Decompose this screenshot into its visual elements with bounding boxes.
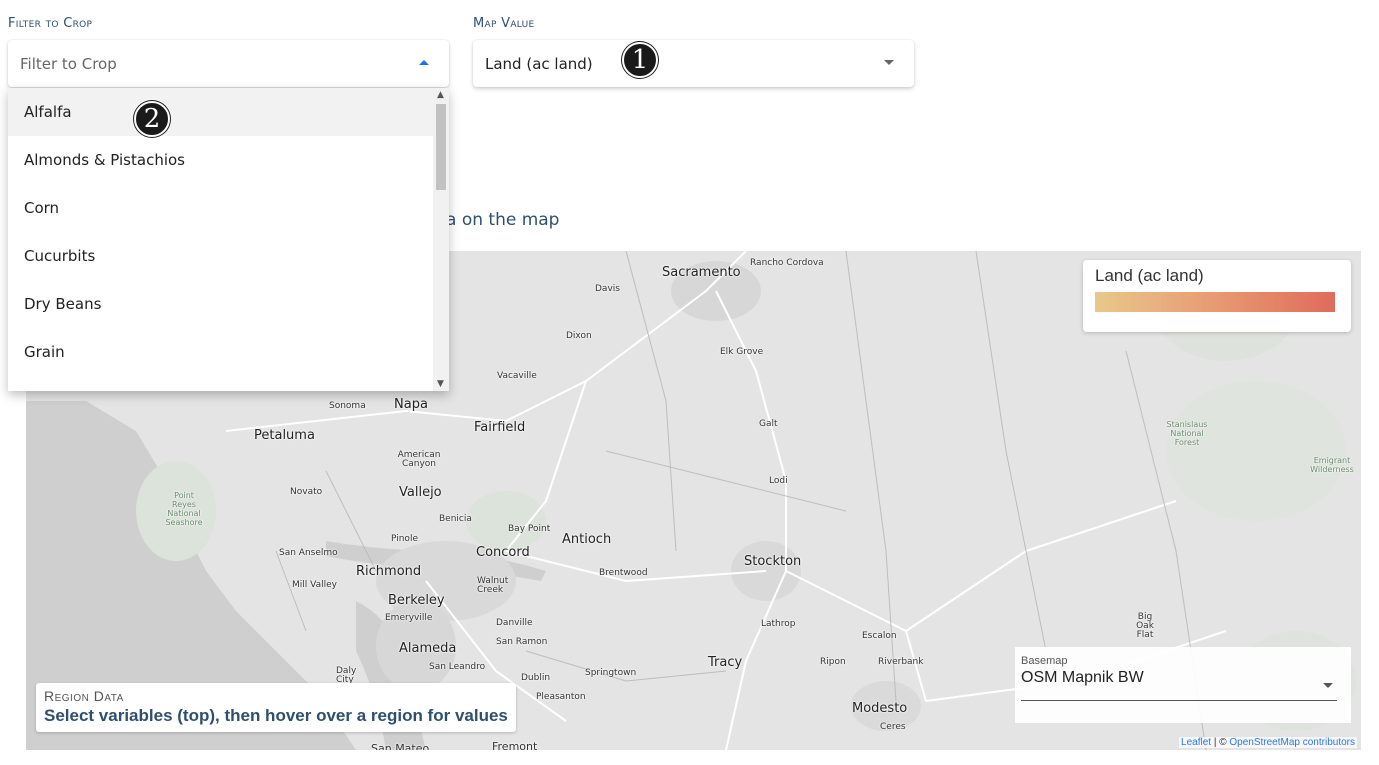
place-modesto: Modesto: [852, 701, 908, 716]
place-san-ramon: San Ramon: [496, 637, 548, 647]
place-escalon: Escalon: [862, 631, 897, 641]
map-value-selected: Land (ac land): [485, 54, 593, 73]
legend-color-ramp: [1095, 292, 1335, 312]
place-richmond: Richmond: [356, 564, 422, 579]
legend-title: Land (ac land): [1095, 266, 1204, 285]
annotation-badge-1: 1: [622, 42, 658, 78]
chevron-up-icon: [419, 60, 429, 65]
filter-crop-label: Filter to Crop: [8, 16, 93, 31]
place-lodi: Lodi: [769, 476, 788, 486]
place-antioch: Antioch: [562, 532, 612, 547]
place-emigrant-wilderness: Emigrant Wilderness: [1310, 456, 1354, 474]
place-berkeley: Berkeley: [388, 593, 445, 608]
place-point-reyes: Point Reyes National Seashore: [165, 491, 203, 527]
place-mill-valley: Mill Valley: [292, 580, 337, 590]
place-stockton: Stockton: [744, 554, 802, 569]
place-brentwood: Brentwood: [599, 568, 648, 578]
place-dixon: Dixon: [566, 331, 592, 341]
place-american-canyon: American Canyon: [397, 450, 441, 469]
place-emeryville: Emeryville: [385, 613, 433, 623]
place-sacramento: Sacramento: [662, 265, 741, 280]
crop-option[interactable]: Corn: [8, 184, 433, 232]
place-dublin: Dublin: [521, 673, 551, 683]
place-pleasanton: Pleasanton: [536, 692, 586, 702]
place-vallejo: Vallejo: [399, 485, 442, 500]
crop-option[interactable]: Dry Beans: [8, 280, 433, 328]
map-value-select[interactable]: Land (ac land): [473, 40, 914, 87]
chevron-down-icon: [884, 60, 894, 65]
place-fairfield: Fairfield: [474, 420, 526, 435]
region-data-title: Region Data: [44, 688, 124, 704]
place-novato: Novato: [290, 487, 323, 497]
place-san-mateo: San Mateo: [371, 742, 430, 750]
map-value-label: Map Value: [473, 16, 535, 31]
place-concord: Concord: [476, 545, 530, 560]
place-san-anselmo: San Anselmo: [279, 548, 338, 558]
crop-option[interactable]: Grain: [8, 328, 433, 376]
basemap-underline: [1021, 700, 1337, 701]
place-springtown: Springtown: [585, 668, 637, 678]
place-sonoma: Sonoma: [329, 401, 366, 411]
place-lathrop: Lathrop: [761, 619, 796, 629]
place-ripon: Ripon: [820, 657, 846, 667]
basemap-label: Basemap: [1021, 655, 1068, 667]
place-bay-point: Bay Point: [508, 524, 551, 534]
place-elk-grove: Elk Grove: [720, 347, 764, 357]
place-rancho-cordova: Rancho Cordova: [750, 258, 824, 268]
place-tracy: Tracy: [708, 655, 743, 670]
place-benicia: Benicia: [439, 514, 472, 524]
filter-crop-select[interactable]: Filter to Crop: [8, 40, 449, 87]
osm-link[interactable]: OpenStreetMap contributors: [1229, 737, 1355, 748]
chevron-down-icon: [1323, 683, 1333, 688]
place-napa: Napa: [394, 397, 428, 412]
map-attribution: Leaflet | © OpenStreetMap contributors: [1179, 737, 1357, 748]
place-san-leandro: San Leandro: [429, 662, 486, 672]
crop-option[interactable]: Almonds & Pistachios: [8, 136, 433, 184]
place-stanislaus-forest: Stanislaus National Forest: [1166, 420, 1208, 447]
crop-option[interactable]: Cucurbits: [8, 232, 433, 280]
place-pinole: Pinole: [391, 534, 418, 544]
place-big-oak-flat: Big Oak Flat: [1136, 612, 1154, 640]
map-hint-text: a on the map: [446, 210, 560, 230]
place-vacaville: Vacaville: [497, 371, 537, 381]
place-riverbank: Riverbank: [878, 657, 924, 667]
place-petaluma: Petaluma: [254, 428, 315, 443]
map-legend: Land (ac land): [1083, 260, 1351, 332]
annotation-badge-2: 2: [134, 101, 170, 137]
filter-crop-placeholder: Filter to Crop: [20, 54, 117, 73]
leaflet-link[interactable]: Leaflet: [1181, 737, 1211, 748]
dropdown-scrollbar[interactable]: ▲ ▼: [433, 88, 449, 391]
scrollbar-thumb[interactable]: [436, 104, 446, 190]
basemap-value: OSM Mapnik BW: [1021, 669, 1144, 686]
place-danville: Danville: [496, 618, 533, 628]
scroll-down-icon[interactable]: ▼: [437, 379, 444, 389]
place-alameda: Alameda: [399, 641, 457, 656]
crop-option[interactable]: Alfalfa: [8, 88, 433, 136]
place-davis: Davis: [595, 284, 620, 294]
place-walnut-creek: Walnut Creek: [477, 576, 509, 595]
scroll-up-icon[interactable]: ▲: [437, 90, 444, 100]
place-fremont: Fremont: [492, 740, 538, 750]
region-data-panel: Region Data Select variables (top), then…: [36, 683, 516, 732]
place-ceres: Ceres: [880, 722, 906, 732]
basemap-select[interactable]: Basemap OSM Mapnik BW: [1015, 647, 1351, 723]
region-data-subtitle: Select variables (top), then hover over …: [44, 706, 508, 725]
attribution-separator: | ©: [1211, 737, 1230, 748]
place-galt: Galt: [759, 419, 778, 429]
crop-dropdown-list[interactable]: Alfalfa Almonds & Pistachios Corn Cucurb…: [8, 88, 449, 391]
